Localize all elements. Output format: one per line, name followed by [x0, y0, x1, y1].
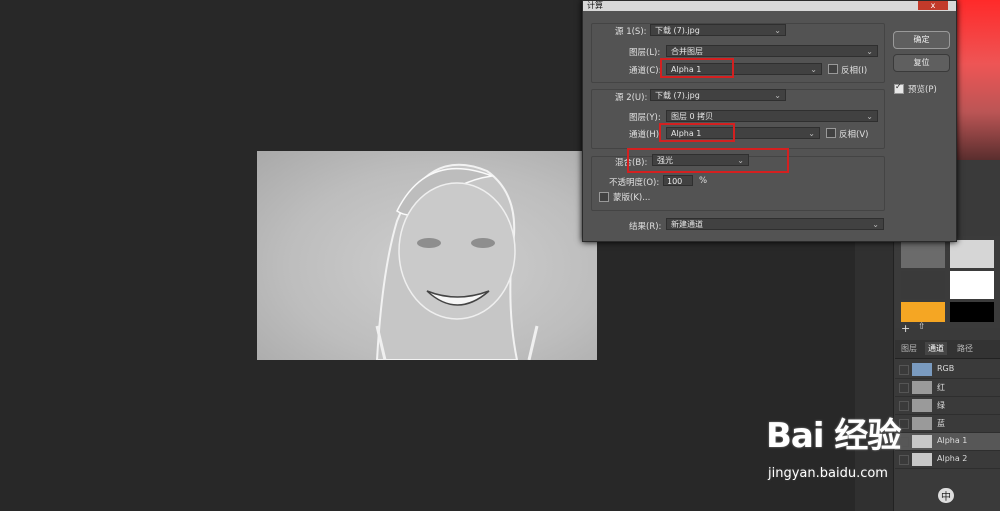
source1-layer-label: 图层(L):	[629, 48, 661, 58]
source1-invert-label: 反相(I)	[841, 66, 868, 76]
visibility-toggle[interactable]	[899, 383, 909, 393]
source1-file-select[interactable]: 下载 (7).jpg ⌄	[650, 24, 786, 36]
source2-channel-label: 通道(H):	[629, 130, 662, 140]
dialog-title: 计算	[587, 1, 603, 10]
chevron-down-icon: ⌄	[866, 47, 873, 56]
swatch-orange[interactable]	[901, 302, 945, 322]
chevron-down-icon: ⌄	[810, 65, 817, 74]
source1-file-value: 下载 (7).jpg	[655, 26, 700, 35]
tab-channels[interactable]: 通道	[925, 342, 947, 355]
source2-layer-value: 图层 0 拷贝	[671, 112, 714, 121]
canvas-image	[257, 151, 597, 360]
highlight-box	[627, 148, 789, 173]
source1-channel-label: 通道(C):	[629, 66, 662, 76]
result-value: 新建通道	[671, 220, 703, 229]
source1-layer-value: 合并图层	[671, 47, 703, 56]
channel-thumbnail	[912, 363, 932, 376]
channel-label: 红	[937, 383, 945, 392]
chevron-down-icon: ⌄	[808, 129, 815, 138]
baidu-watermark: Bai 经验 jingyan.baidu.com	[760, 400, 1000, 511]
tab-layers[interactable]: 图层	[901, 343, 917, 354]
source2-layer-label: 图层(Y):	[629, 113, 661, 123]
preview-label: 预览(P)	[908, 85, 937, 95]
source2-label: 源 2(U):	[615, 93, 648, 103]
preview-checkbox[interactable]	[894, 82, 904, 94]
portrait-image	[375, 163, 539, 360]
channel-label: RGB	[937, 364, 955, 373]
dialog-title-bar[interactable]: 计算 x	[583, 1, 956, 11]
color-picker-field[interactable]	[955, 0, 1000, 160]
source2-file-value: 下载 (7).jpg	[655, 91, 700, 100]
close-button[interactable]: x	[918, 1, 948, 10]
channel-thumbnail	[912, 381, 932, 394]
tab-paths[interactable]: 路径	[957, 343, 973, 354]
add-swatch-icon[interactable]: +	[901, 322, 910, 335]
chevron-down-icon: ⌄	[774, 91, 781, 100]
highlight-box	[659, 123, 735, 142]
ime-badge: 中	[938, 488, 954, 503]
swatch-white[interactable]	[950, 271, 994, 299]
result-label: 结果(R):	[629, 222, 662, 232]
export-icon[interactable]: ⇧	[918, 322, 926, 332]
source2-invert-checkbox[interactable]	[826, 128, 836, 138]
panel-tabs: 图层 通道 路径	[895, 340, 1000, 359]
chevron-down-icon: ⌄	[774, 26, 781, 35]
watermark-url: jingyan.baidu.com	[768, 466, 888, 481]
opacity-unit: %	[699, 176, 708, 186]
source2-invert-label: 反相(V)	[839, 130, 869, 140]
swatch-black[interactable]	[950, 302, 994, 322]
result-select[interactable]: 新建通道 ⌄	[666, 218, 884, 230]
opacity-input[interactable]: 100	[663, 175, 693, 186]
ok-button[interactable]: 确定	[893, 31, 950, 49]
mask-label[interactable]: 蒙版(K)...	[613, 191, 650, 203]
source2-file-select[interactable]: 下载 (7).jpg ⌄	[650, 89, 786, 101]
channel-row[interactable]: RGB	[895, 361, 1000, 379]
calculations-dialog: 计算 x 源 1(S): 下载 (7).jpg ⌄ 图层(L): 合并图层 ⌄ 通道…	[582, 0, 957, 242]
source1-layer-select[interactable]: 合并图层 ⌄	[666, 45, 878, 57]
source1-invert-checkbox[interactable]	[828, 64, 838, 74]
swatches-panel	[895, 236, 1000, 328]
mask-checkbox[interactable]	[599, 192, 609, 202]
chevron-down-icon: ⌄	[872, 220, 879, 229]
swatch-dark[interactable]	[901, 271, 945, 299]
opacity-label: 不透明度(O):	[609, 178, 660, 188]
baidu-logo: Bai 经验	[766, 416, 901, 456]
source1-label: 源 1(S):	[615, 27, 647, 37]
channel-row[interactable]: 红	[895, 379, 1000, 397]
source2-layer-select[interactable]: 图层 0 拷贝 ⌄	[666, 110, 878, 122]
swatch-gray[interactable]	[901, 240, 945, 268]
highlight-box	[660, 58, 734, 78]
reset-button[interactable]: 复位	[893, 54, 950, 72]
swatch-light-gray[interactable]	[950, 240, 994, 268]
chevron-down-icon: ⌄	[866, 112, 873, 121]
visibility-toggle[interactable]	[899, 365, 909, 375]
